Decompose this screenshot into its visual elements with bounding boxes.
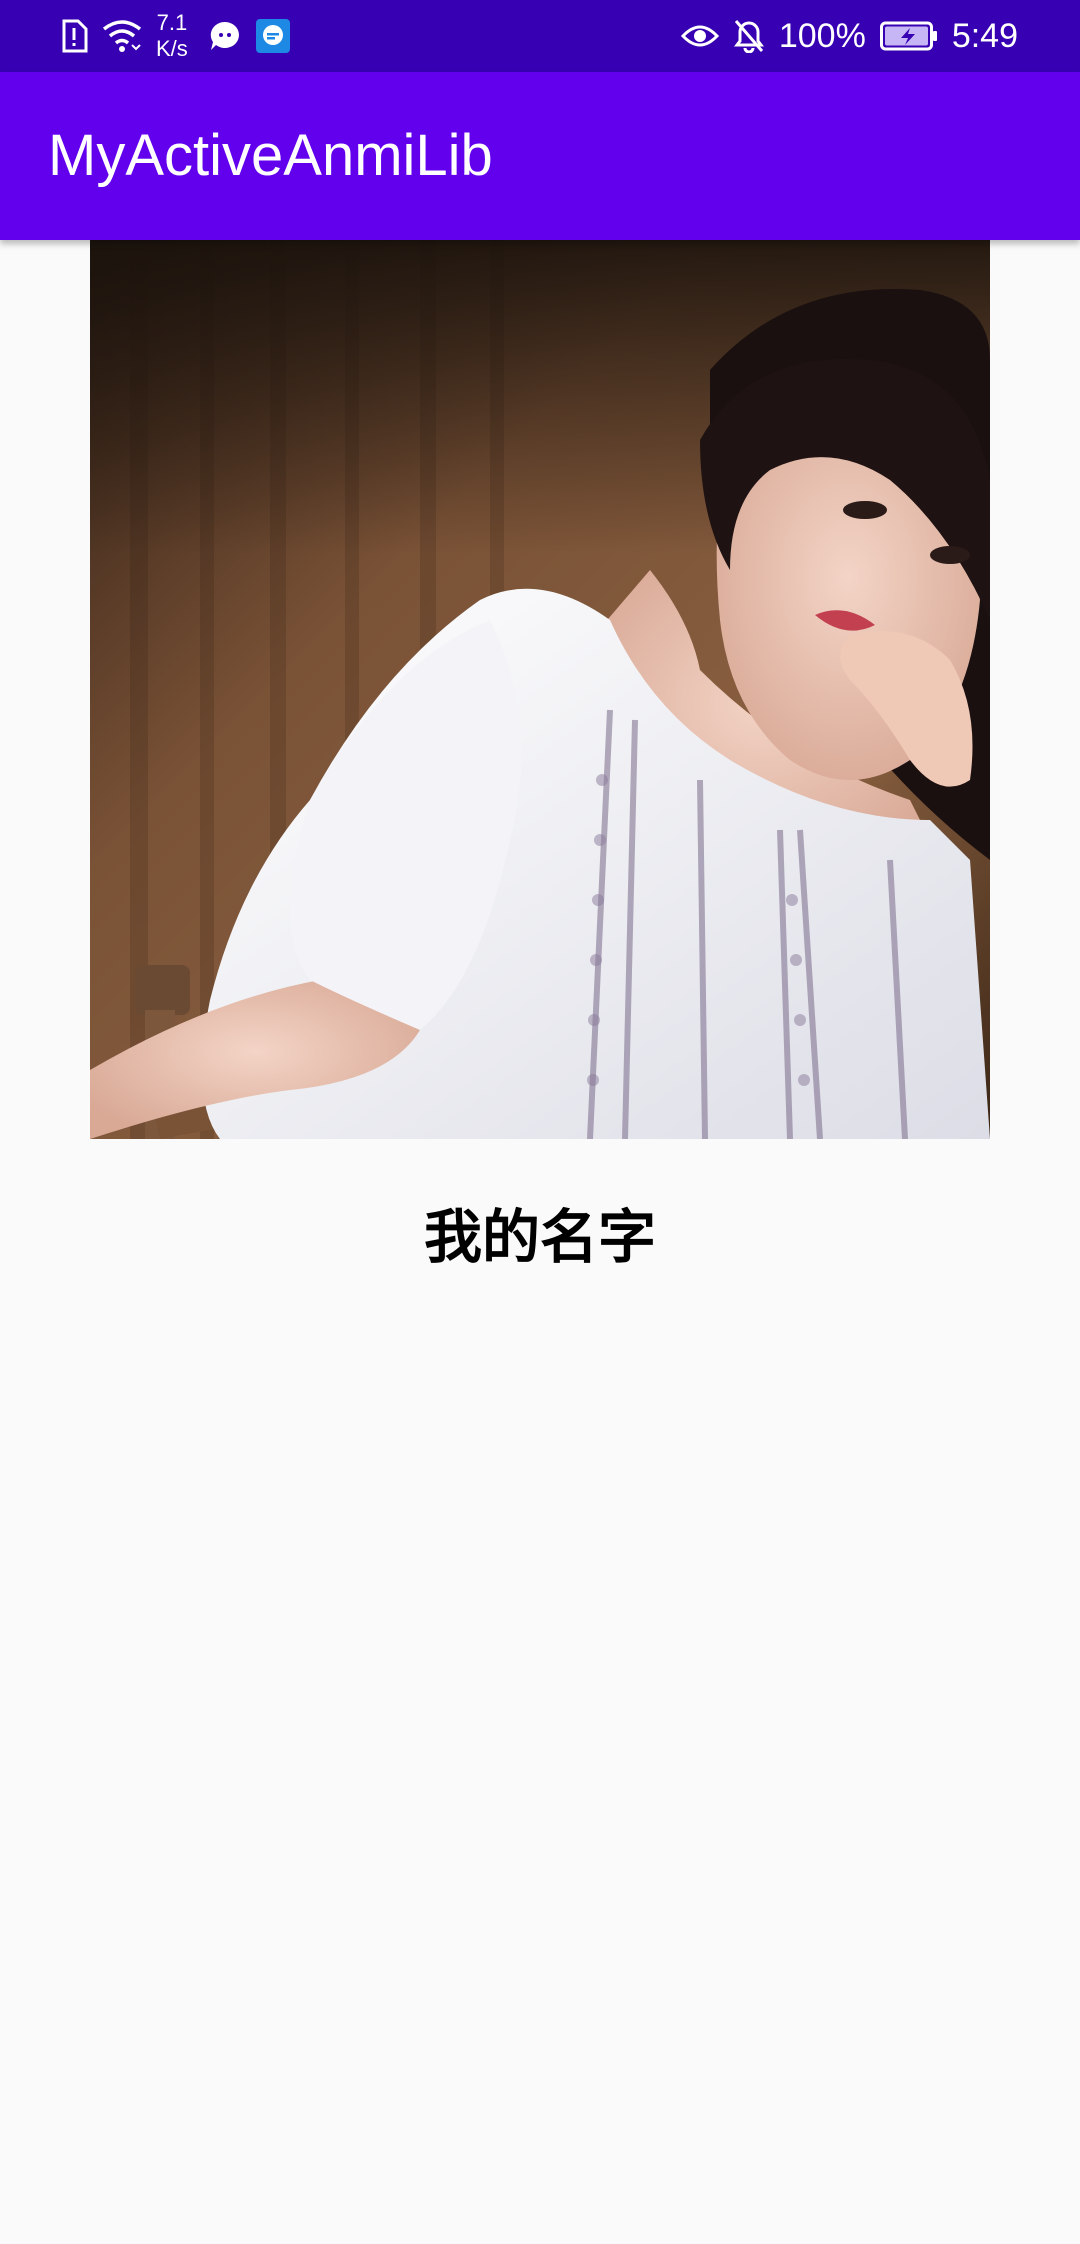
wifi-icon xyxy=(102,19,142,53)
sim-alert-icon xyxy=(60,19,88,53)
network-speed-value: 7.1 xyxy=(156,10,188,35)
chat-bubble-icon xyxy=(208,19,242,53)
status-bar: 7.1 K/s 100% 5:49 xyxy=(0,0,1080,72)
portrait-photo[interactable] xyxy=(90,240,990,1139)
network-speed-unit: K/s xyxy=(156,36,188,61)
app-bar: MyActiveAnmiLib xyxy=(0,72,1080,240)
status-bar-right: 100% 5:49 xyxy=(680,0,1018,72)
eye-icon xyxy=(680,21,719,51)
battery-charging-icon xyxy=(879,21,938,51)
battery-percent: 100% xyxy=(778,16,866,55)
messenger-app-icon xyxy=(255,19,290,53)
network-speed: 7.1 K/s xyxy=(156,10,188,62)
clock-time: 5:49 xyxy=(951,16,1018,55)
status-bar-left: 7.1 K/s xyxy=(60,0,290,72)
app-title: MyActiveAnmiLib xyxy=(48,123,493,188)
bell-muted-icon xyxy=(733,19,765,53)
name-label: 我的名字 xyxy=(423,1203,656,1271)
